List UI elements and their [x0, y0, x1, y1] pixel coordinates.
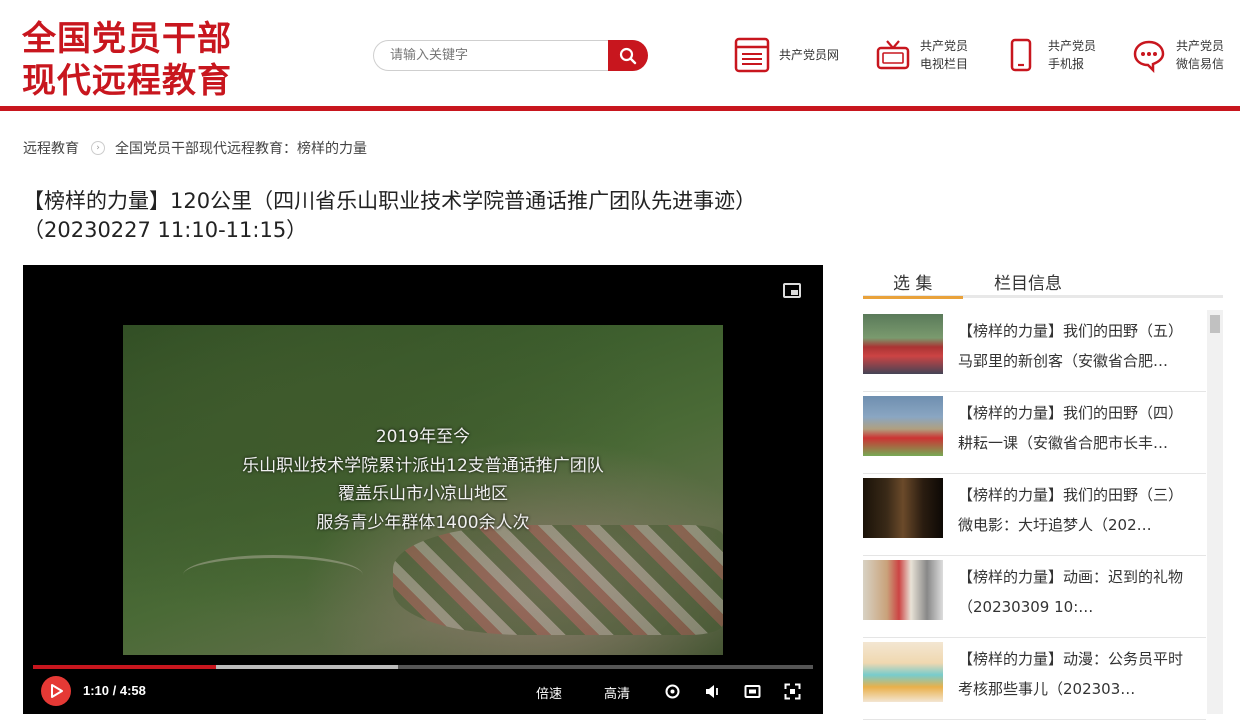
video-subtitles: 2019年至今 乐山职业技术学院累计派出12支普通话推广团队 覆盖乐山市小凉山地…: [123, 423, 723, 537]
list-item[interactable]: 【榜样的力量】我们的田野（五） 马郢里的新创客（安徽省合肥…: [863, 310, 1206, 392]
episode-title-line-2: 耕耘一课（安徽省合肥市长丰…: [958, 434, 1169, 452]
volume-icon[interactable]: [704, 683, 721, 700]
search-box: [373, 40, 648, 71]
subtitle-line-1: 2019年至今: [375, 427, 471, 447]
episode-title-line-1: 【榜样的力量】我们的田野（四）: [958, 404, 1184, 422]
nav-website[interactable]: 共产党员网: [733, 35, 839, 75]
scrollbar-thumb[interactable]: [1210, 315, 1220, 333]
video-scene-road: [183, 555, 363, 595]
site-logo[interactable]: 全国党员干部 现代远程教育: [22, 18, 232, 102]
progress-bar[interactable]: [33, 665, 813, 669]
nav-wechat-label-2: 微信易信: [1176, 57, 1225, 71]
sidebar-tabs: 选 集 栏目信息: [862, 265, 1223, 299]
episode-title-line-2: 马郢里的新创客（安徽省合肥…: [958, 352, 1169, 370]
subtitle-line-4: 服务青少年群体1400余人次: [316, 512, 530, 533]
nav-website-label: 共产党员网: [779, 48, 840, 62]
episode-title-line-1: 【榜样的力量】动漫：公务员平时: [958, 650, 1184, 668]
picture-in-picture-icon[interactable]: [783, 283, 801, 298]
episode-thumbnail: [863, 314, 943, 374]
episode-title: 【榜样的力量】动画：迟到的礼物 （20230309 10:…: [958, 562, 1203, 622]
nav-wechat[interactable]: 共产党员 微信易信: [1130, 35, 1224, 75]
page-title-line-1: 【榜样的力量】120公里（四川省乐山职业技术学院普通话推广团队先进事迹）: [23, 189, 757, 213]
nav-mobile-label-2: 手机报: [1048, 57, 1085, 71]
subtitle-line-3: 覆盖乐山市小凉山地区: [338, 484, 508, 504]
episode-thumbnail: [863, 560, 943, 620]
phone-icon: [1002, 36, 1040, 74]
quality-button[interactable]: 高清: [604, 683, 630, 702]
logo-line-2: 现代远程教育: [22, 61, 232, 101]
episode-sidebar: 选 集 栏目信息 【榜样的力量】我们的田野（五） 马郢里的新创客（安徽省合肥… …: [862, 265, 1223, 720]
search-icon: [619, 47, 637, 64]
video-frame[interactable]: 2019年至今 乐山职业技术学院累计派出12支普通话推广团队 覆盖乐山市小凉山地…: [123, 325, 723, 655]
nav-tv-label-2: 电视栏目: [920, 57, 969, 71]
episode-title: 【榜样的力量】动漫：公务员平时 考核那些事儿（202303…: [958, 644, 1203, 704]
nav-tv[interactable]: 共产党员 电视栏目: [874, 35, 968, 75]
theater-mode-icon[interactable]: [744, 683, 761, 700]
player-controls: 1:10 / 4:58 倍速 高清: [23, 675, 823, 707]
scrollbar[interactable]: [1207, 310, 1223, 714]
chat-icon: [1130, 36, 1168, 74]
video-player[interactable]: 2019年至今 乐山职业技术学院累计派出12支普通话推广团队 覆盖乐山市小凉山地…: [23, 265, 823, 714]
episode-title-line-1: 【榜样的力量】我们的田野（五）: [958, 322, 1184, 340]
chevron-right-icon: ›: [91, 141, 105, 155]
tab-episodes[interactable]: 选 集: [862, 269, 964, 299]
episode-thumbnail: [863, 478, 943, 538]
episode-thumbnail: [863, 396, 943, 456]
fullscreen-icon[interactable]: [784, 683, 801, 700]
list-item[interactable]: 【榜样的力量】动漫：公务员平时 考核那些事儿（202303…: [863, 638, 1206, 720]
nav-wechat-label-1: 共产党员: [1176, 39, 1225, 53]
search-button[interactable]: [608, 40, 648, 71]
list-item[interactable]: 【榜样的力量】动画：迟到的礼物 （20230309 10:…: [863, 556, 1206, 638]
episode-title-line-1: 【榜样的力量】动画：迟到的礼物: [958, 568, 1184, 586]
list-item[interactable]: 【榜样的力量】我们的田野（三） 微电影：大圩追梦人（202…: [863, 474, 1206, 556]
breadcrumb-home[interactable]: 远程教育: [23, 138, 79, 158]
tv-icon: [874, 36, 912, 74]
episode-title: 【榜样的力量】我们的田野（三） 微电影：大圩追梦人（202…: [958, 480, 1203, 540]
page-title-line-2: （20230227 11:10-11:15）: [23, 218, 308, 242]
progress-played: [33, 665, 217, 669]
site-header: 全国党员干部 现代远程教育 共产党员网: [0, 0, 1240, 112]
play-icon: [51, 684, 63, 698]
tab-column-info[interactable]: 栏目信息: [994, 269, 1062, 294]
subtitle-line-2: 乐山职业技术学院累计派出12支普通话推广团队: [242, 455, 604, 476]
episode-thumbnail: [863, 642, 943, 702]
logo-line-1: 全国党员干部: [22, 19, 232, 59]
episode-title-line-2: （20230309 10:…: [958, 598, 1094, 616]
list-item[interactable]: 【榜样的力量】我们的田野（四） 耕耘一课（安徽省合肥市长丰…: [863, 392, 1206, 474]
episode-list: 【榜样的力量】我们的田野（五） 马郢里的新创客（安徽省合肥… 【榜样的力量】我们…: [863, 310, 1206, 720]
episode-title-line-1: 【榜样的力量】我们的田野（三）: [958, 486, 1184, 504]
settings-icon[interactable]: [664, 683, 681, 700]
time-display: 1:10 / 4:58: [83, 683, 146, 698]
episode-title-line-2: 微电影：大圩追梦人（202…: [958, 516, 1152, 534]
video-scene-village: [393, 525, 723, 635]
nav-tv-label-1: 共产党员: [920, 39, 969, 53]
episode-title: 【榜样的力量】我们的田野（五） 马郢里的新创客（安徽省合肥…: [958, 316, 1203, 376]
nav-mobile-label-1: 共产党员: [1048, 39, 1097, 53]
episode-title-line-2: 考核那些事儿（202303…: [958, 680, 1136, 698]
play-button[interactable]: [41, 676, 71, 706]
website-icon: [733, 36, 771, 74]
episode-title: 【榜样的力量】我们的田野（四） 耕耘一课（安徽省合肥市长丰…: [958, 398, 1203, 458]
header-divider: [0, 106, 1240, 111]
speed-button[interactable]: 倍速: [536, 683, 562, 702]
nav-mobile[interactable]: 共产党员 手机报: [1002, 35, 1096, 75]
breadcrumb: 远程教育 › 全国党员干部现代远程教育：榜样的力量: [23, 138, 367, 158]
page-title: 【榜样的力量】120公里（四川省乐山职业技术学院普通话推广团队先进事迹） （20…: [23, 187, 823, 245]
search-input[interactable]: [373, 40, 623, 71]
breadcrumb-current[interactable]: 全国党员干部现代远程教育：榜样的力量: [115, 138, 367, 158]
